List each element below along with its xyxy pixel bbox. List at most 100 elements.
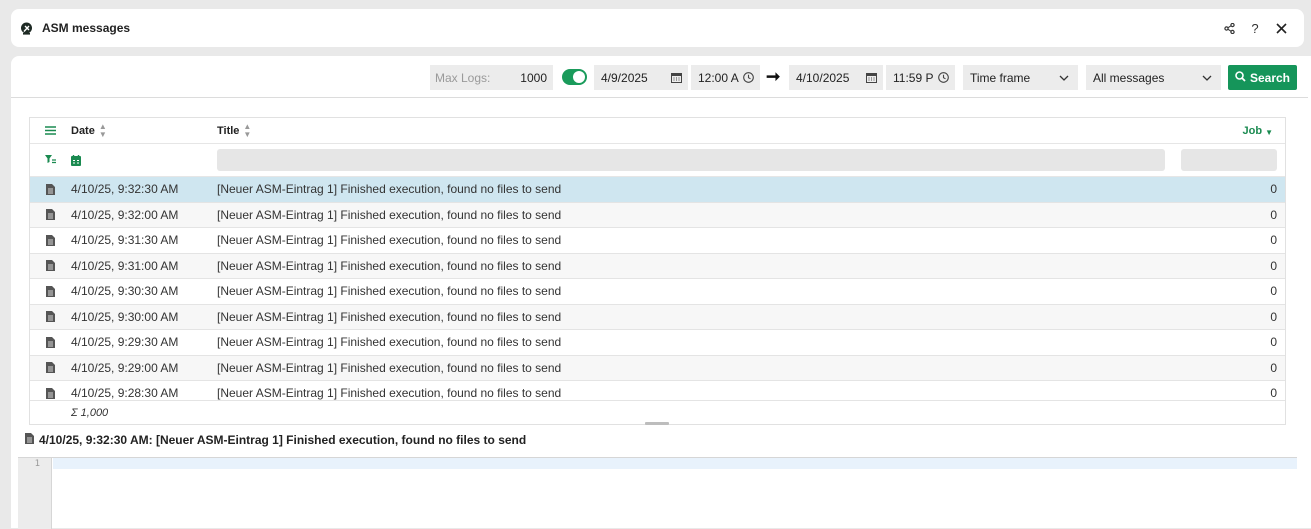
table-row[interactable]: 4/10/25, 9:30:00 AM [Neuer ASM-Eintrag 1]…	[30, 304, 1285, 330]
column-header-job[interactable]: Job ▼	[1225, 124, 1285, 138]
detail-title: 4/10/25, 9:32:30 AM: [Neuer ASM-Eintrag …	[39, 433, 527, 447]
to-date-field[interactable]: 4/10/2025	[789, 65, 883, 90]
from-time-value: 12:00 A	[698, 70, 739, 85]
cell-title: [Neuer ASM-Eintrag 1] Finished execution…	[217, 386, 562, 401]
active-line[interactable]	[53, 458, 1297, 469]
max-logs-label: Max Logs:	[435, 70, 491, 85]
timeframe-select[interactable]: Time frame	[963, 65, 1078, 90]
grid-filter-row	[30, 144, 1285, 177]
max-logs-field[interactable]: Max Logs: 1000	[430, 65, 553, 90]
cell-title: [Neuer ASM-Eintrag 1] Finished execution…	[217, 258, 562, 273]
range-arrow-icon: ➞	[766, 67, 781, 86]
search-label: Search	[1249, 70, 1291, 85]
table-row[interactable]: 4/10/25, 9:30:30 AM [Neuer ASM-Eintrag 1]…	[30, 279, 1285, 305]
cell-job: 0	[1270, 207, 1277, 222]
cell-job: 0	[1270, 360, 1277, 375]
cell-job: 0	[1270, 233, 1277, 248]
cell-date: 4/10/25, 9:28:30 AM	[71, 386, 179, 401]
document-icon	[30, 260, 71, 272]
cell-job: 0	[1270, 182, 1277, 197]
grid-header: Date ▲ ▼ Title ▲ ▼ Job ▼	[30, 118, 1285, 144]
column-job-label: Job	[1242, 124, 1263, 137]
main-panel: Max Logs: 1000 4/9/2025 12:00 A ➞ 4/10/2…	[11, 56, 1311, 529]
document-icon	[25, 433, 34, 447]
document-icon	[30, 234, 71, 246]
chevron-down-icon	[1059, 75, 1069, 81]
table-row[interactable]: 4/10/25, 9:31:30 AM [Neuer ASM-Eintrag 1]…	[30, 228, 1285, 254]
cell-title: [Neuer ASM-Eintrag 1] Finished execution…	[217, 233, 562, 248]
calendar-icon[interactable]	[866, 72, 877, 83]
cell-job: 0	[1270, 309, 1277, 324]
cell-date: 4/10/25, 9:32:00 AM	[71, 207, 179, 222]
column-title-label: Title	[217, 124, 240, 137]
cell-date: 4/10/25, 9:31:30 AM	[71, 233, 179, 248]
date-filter-button[interactable]	[71, 154, 217, 166]
cell-job: 0	[1270, 386, 1277, 401]
cell-job: 0	[1270, 258, 1277, 273]
column-header-date[interactable]: Date ▲ ▼	[71, 121, 217, 139]
cell-date: 4/10/25, 9:31:00 AM	[71, 258, 179, 273]
toggle-knob	[573, 71, 585, 83]
sort-icon: ▲ ▼	[243, 121, 252, 139]
title-bar: ASM messages ?	[11, 9, 1304, 47]
message-filter-select[interactable]: All messages	[1086, 65, 1221, 90]
table-row[interactable]: 4/10/25, 9:31:00 AM [Neuer ASM-Eintrag 1]…	[30, 253, 1285, 279]
resize-handle[interactable]	[645, 422, 669, 425]
document-icon	[30, 311, 71, 323]
cell-date: 4/10/25, 9:29:00 AM	[71, 360, 179, 375]
filter-toolbar: Max Logs: 1000 4/9/2025 12:00 A ➞ 4/10/2…	[11, 56, 1308, 98]
cell-job: 0	[1270, 335, 1277, 350]
message-filter-label: All messages	[1093, 70, 1165, 85]
help-icon[interactable]: ?	[1242, 15, 1268, 41]
document-icon	[30, 387, 71, 399]
document-icon	[30, 362, 71, 374]
column-date-label: Date	[71, 124, 95, 137]
clock-icon[interactable]	[938, 72, 949, 83]
message-editor[interactable]: 1	[18, 457, 1297, 529]
cell-date: 4/10/25, 9:32:30 AM	[71, 182, 179, 197]
detail-header: 4/10/25, 9:32:30 AM: [Neuer ASM-Eintrag …	[25, 433, 526, 447]
title-filter-input[interactable]	[217, 149, 1165, 171]
table-row[interactable]: 4/10/25, 9:32:30 AM [Neuer ASM-Eintrag 1]…	[30, 177, 1285, 203]
messages-grid: Date ▲ ▼ Title ▲ ▼ Job ▼ 4/10/25, 9:32:30 …	[29, 117, 1286, 425]
line-gutter: 1	[18, 458, 52, 529]
calendar-icon[interactable]	[671, 72, 682, 83]
document-icon	[30, 336, 71, 348]
search-icon	[1235, 70, 1246, 85]
column-header-title[interactable]: Title ▲ ▼	[217, 121, 1225, 139]
sort-icon: ▲ ▼	[98, 121, 107, 139]
cell-job: 0	[1270, 284, 1277, 299]
clock-icon[interactable]	[743, 72, 754, 83]
cell-date: 4/10/25, 9:30:00 AM	[71, 309, 179, 324]
app-logo-icon	[20, 22, 33, 35]
from-date-value: 4/9/2025	[601, 70, 648, 85]
grid-body: 4/10/25, 9:32:30 AM [Neuer ASM-Eintrag 1]…	[30, 177, 1285, 407]
max-logs-value[interactable]: 1000	[520, 71, 553, 85]
from-date-field[interactable]: 4/9/2025	[594, 65, 688, 90]
share-icon[interactable]	[1216, 15, 1242, 41]
cell-title: [Neuer ASM-Eintrag 1] Finished execution…	[217, 182, 562, 197]
cell-title: [Neuer ASM-Eintrag 1] Finished execution…	[217, 335, 562, 350]
cell-title: [Neuer ASM-Eintrag 1] Finished execution…	[217, 360, 562, 375]
grid-footer: Σ 1,000	[30, 400, 1285, 424]
from-time-field[interactable]: 12:00 A	[691, 65, 760, 90]
cell-title: [Neuer ASM-Eintrag 1] Finished execution…	[217, 309, 562, 324]
to-time-value: 11:59 P	[893, 70, 934, 85]
job-filter-input[interactable]	[1181, 149, 1277, 171]
row-count: Σ 1,000	[71, 406, 109, 419]
search-button[interactable]: Search	[1228, 65, 1297, 90]
cell-date: 4/10/25, 9:29:30 AM	[71, 335, 179, 350]
filter-icon[interactable]	[30, 155, 71, 165]
cell-date: 4/10/25, 9:30:30 AM	[71, 284, 179, 299]
document-icon	[30, 183, 71, 195]
cell-title: [Neuer ASM-Eintrag 1] Finished execution…	[217, 284, 562, 299]
document-icon	[30, 285, 71, 297]
table-row[interactable]: 4/10/25, 9:29:30 AM [Neuer ASM-Eintrag 1]…	[30, 330, 1285, 356]
live-toggle[interactable]	[562, 69, 587, 85]
to-time-field[interactable]: 11:59 P	[886, 65, 955, 90]
table-row[interactable]: 4/10/25, 9:32:00 AM [Neuer ASM-Eintrag 1]…	[30, 202, 1285, 228]
column-menu-icon[interactable]	[30, 126, 71, 135]
close-icon[interactable]	[1268, 15, 1294, 41]
table-row[interactable]: 4/10/25, 9:29:00 AM [Neuer ASM-Eintrag 1]…	[30, 355, 1285, 381]
document-icon	[30, 209, 71, 221]
